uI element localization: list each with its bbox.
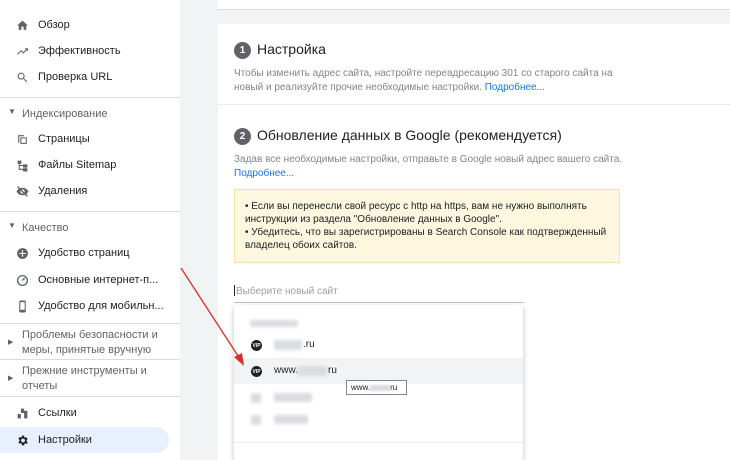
- step-title-setup: Настройка: [257, 41, 326, 57]
- learn-more-link[interactable]: Подробнее...: [485, 82, 545, 93]
- sidebar-item-label: Основные интернет-п...: [38, 274, 159, 286]
- tooltip-suffix: ru: [390, 383, 398, 392]
- new-site-select[interactable]: Выберите новый сайт: [234, 285, 524, 301]
- chevron-down-icon: ▼: [8, 221, 16, 230]
- desc-line: новый и реализуйте прочие необходимые на…: [234, 82, 482, 93]
- site-url-suffix: ru: [328, 365, 337, 376]
- home-icon: [15, 18, 29, 32]
- sidebar-item-label: Эффективность: [38, 45, 121, 57]
- step-number-1: 1: [234, 42, 251, 59]
- previous-card: [218, 0, 730, 10]
- vitals-icon: [15, 273, 29, 287]
- url-tooltip: www. ru: [346, 380, 407, 395]
- warning-box: • Если вы перенесли свой ресурс с http н…: [234, 189, 620, 263]
- sidebar-item-label: Файлы Sitemap: [38, 159, 117, 171]
- removals-icon: [15, 184, 29, 198]
- card-divider: [218, 104, 730, 105]
- desc-line: Чтобы изменить адрес сайта, настройте пе…: [234, 68, 613, 79]
- section-title-line1: Прежние инструменты и: [22, 365, 147, 377]
- warning-line: • Убедитесь, что вы зарегистрированы в S…: [245, 227, 607, 238]
- sidebar-item-label: Удобство страниц: [38, 247, 130, 259]
- divider: [0, 323, 180, 324]
- section-title-line2: отчеты: [22, 380, 58, 392]
- step-title-google-update: Обновление данных в Google (рекомендуетс…: [257, 127, 562, 143]
- blurred-text: [274, 393, 312, 402]
- desc-line: Задав все необходимые настройки, отправь…: [234, 154, 623, 165]
- blurred-text: [274, 340, 302, 350]
- sidebar-item-label: Ссылки: [38, 407, 77, 419]
- blurred-text: [297, 366, 327, 376]
- chevron-down-icon: ▼: [8, 107, 16, 116]
- dropdown-divider: [234, 442, 523, 443]
- sidebar-item-label: Обзор: [38, 19, 70, 31]
- settings-icon: [15, 433, 29, 447]
- divider: [0, 211, 180, 212]
- warning-line: владелец обоих сайтов.: [245, 240, 357, 251]
- blurred-icon: [251, 415, 261, 425]
- divider: [0, 359, 180, 360]
- vip-badge: VIP: [251, 340, 262, 351]
- text-cursor: [234, 285, 235, 296]
- step1-description: Чтобы изменить адрес сайта, настройте пе…: [234, 67, 613, 95]
- pages-icon: [15, 132, 29, 146]
- sidebar-item-label: Проверка URL: [38, 71, 113, 83]
- learn-more-link[interactable]: Подробнее...: [234, 167, 622, 181]
- divider: [0, 97, 180, 98]
- step-number-2: 2: [234, 128, 251, 145]
- tooltip-prefix: www.: [351, 383, 371, 392]
- vip-badge: VIP: [251, 366, 262, 377]
- sidebar-item-label: Удобство для мобильн...: [38, 300, 164, 312]
- sitemap-icon: [15, 158, 29, 172]
- blurred-text: [250, 320, 298, 327]
- sidebar-item-label: Настройки: [38, 434, 92, 446]
- select-placeholder: Выберите новый сайт: [236, 286, 338, 297]
- select-underline: [234, 302, 524, 303]
- site-url-prefix: www.: [274, 365, 298, 376]
- section-title: Индексирование: [22, 108, 108, 120]
- site-url-suffix: .ru: [303, 339, 315, 350]
- chevron-right-icon: ▶: [8, 375, 14, 382]
- warning-line: • Если вы перенесли свой ресурс с http н…: [245, 201, 587, 212]
- search-icon: [15, 70, 29, 84]
- page-experience-icon: [15, 246, 29, 260]
- section-title: Качество: [22, 222, 69, 234]
- links-icon: [15, 406, 29, 420]
- section-title-line1: Проблемы безопасности и: [22, 329, 158, 341]
- chevron-right-icon: ▶: [8, 339, 14, 346]
- trending-icon: [15, 44, 29, 58]
- sidebar-item-label: Страницы: [38, 133, 90, 145]
- warning-line: инструкции из раздела "Обновление данных…: [245, 214, 502, 225]
- divider: [0, 396, 180, 397]
- blurred-icon: [251, 393, 261, 403]
- blurred-text: [370, 385, 391, 391]
- dropdown-item[interactable]: [234, 406, 523, 432]
- dropdown-item[interactable]: VIP .ru: [234, 332, 523, 358]
- sidebar-item-label: Удаления: [38, 185, 88, 197]
- step2-description: Задав все необходимые настройки, отправь…: [234, 153, 622, 181]
- section-title-line2: меры, принятые вручную: [22, 344, 152, 356]
- mobile-icon: [15, 299, 29, 313]
- blurred-text: [274, 415, 308, 424]
- sidebar: Обзор Эффективность Проверка URL ▼ Индек…: [0, 0, 180, 460]
